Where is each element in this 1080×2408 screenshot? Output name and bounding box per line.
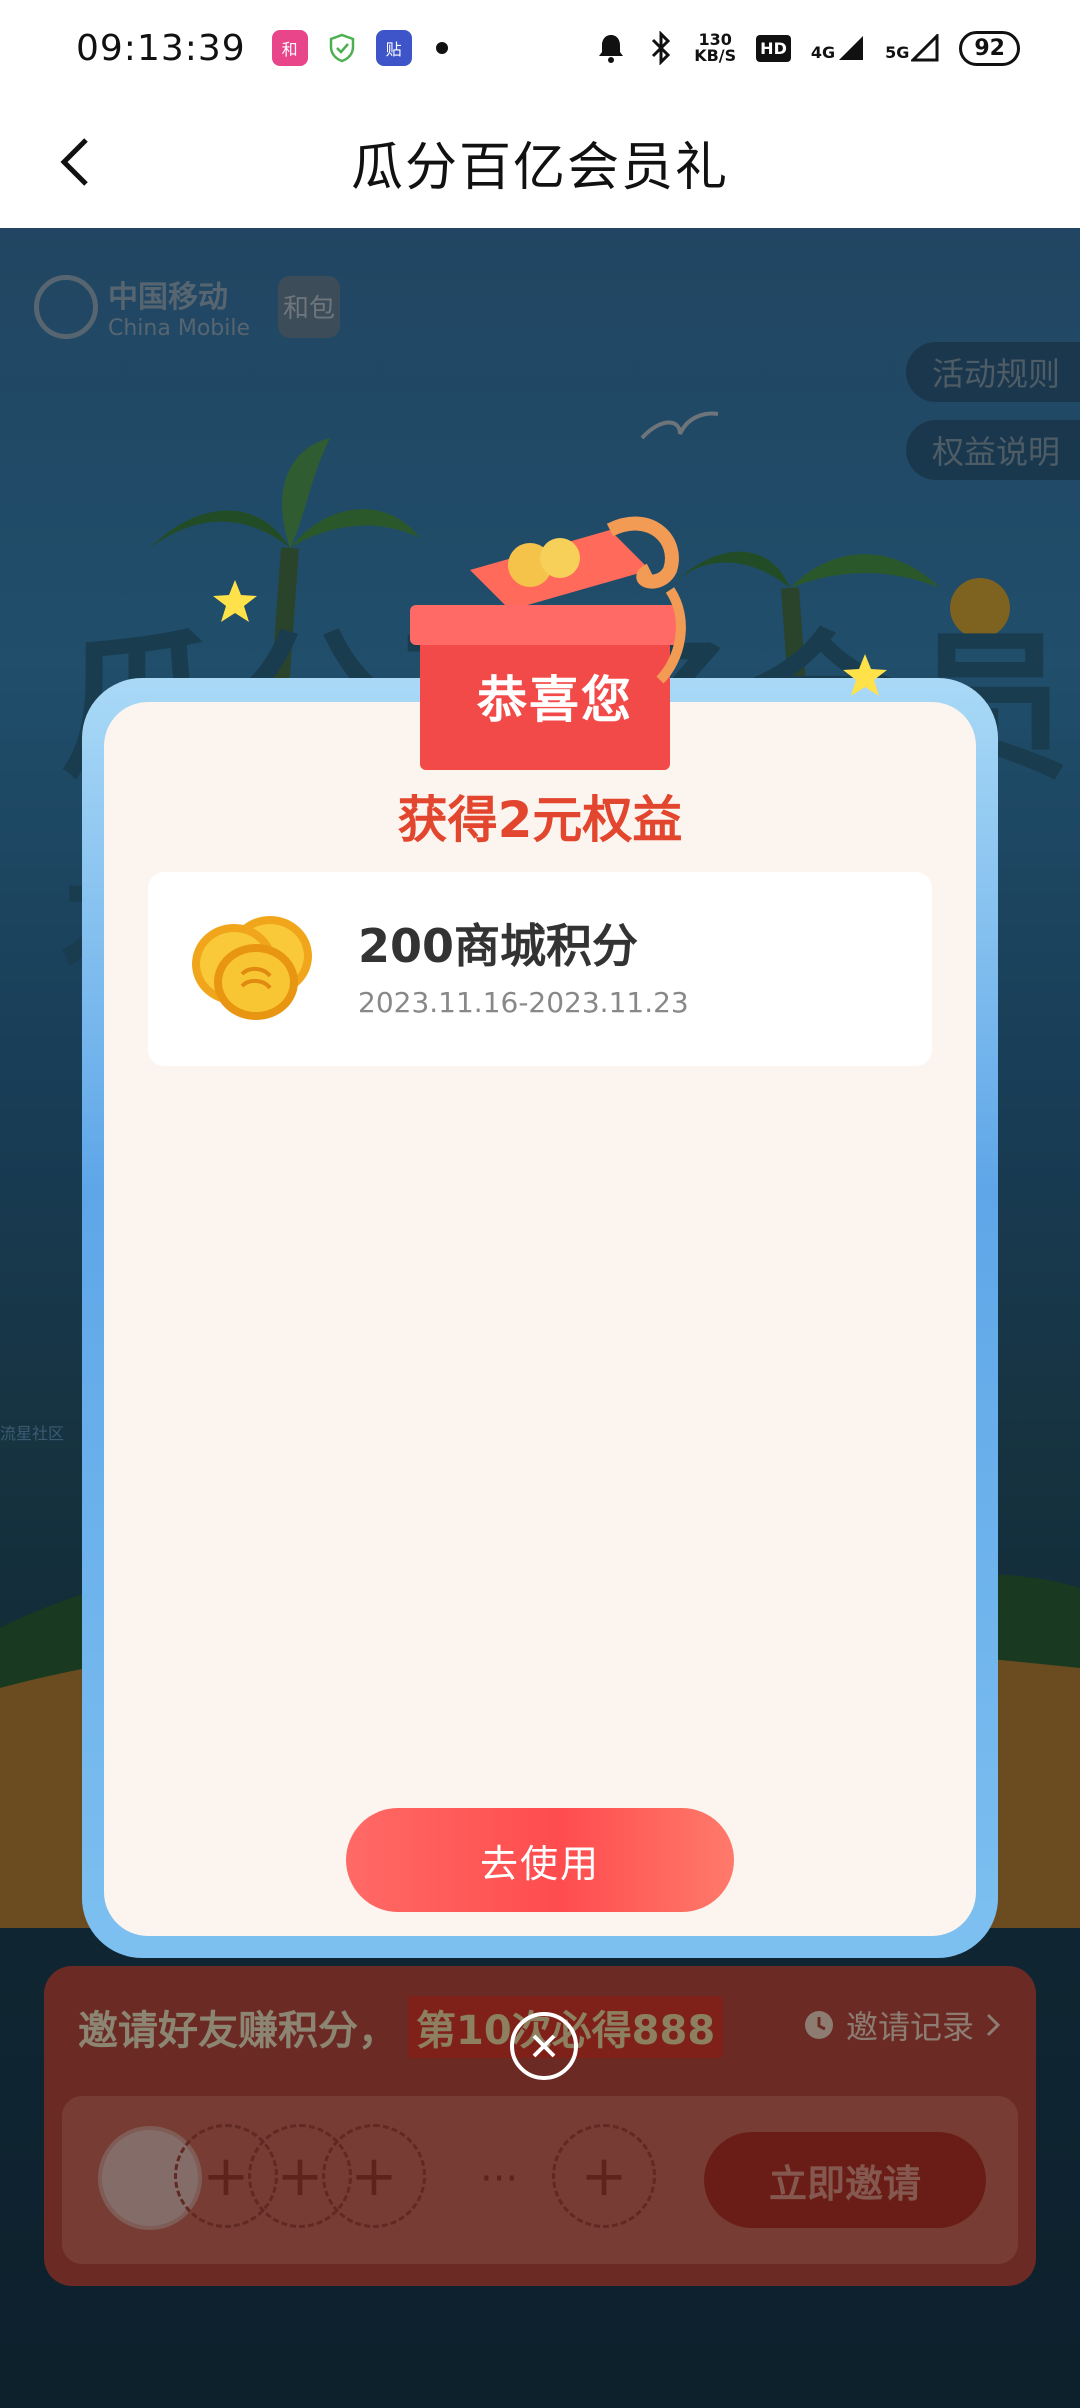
notification-app-icons: 和 贴 xyxy=(271,30,412,66)
system-indicators: 130 KB/S HD 4G 5G 92 xyxy=(594,30,1020,66)
status-bar: 09:13:39 和 贴 130 KB/S HD 4G 5G 92 xyxy=(0,0,1080,96)
reward-name: 200商城积分 xyxy=(358,919,639,973)
signal-5g-icon: 5G xyxy=(885,34,939,62)
notification-dot-icon xyxy=(435,42,448,54)
reward-item-card: 200商城积分 2023.11.16-2023.11.23 xyxy=(148,872,932,1066)
battery-indicator: 92 xyxy=(959,30,1020,66)
status-time: 09:13:39 xyxy=(76,27,246,69)
network-speed: 130 KB/S xyxy=(694,30,737,65)
bluetooth-icon xyxy=(652,31,671,65)
title-bar: 瓜分百亿会员礼 xyxy=(0,96,1080,228)
hebao-app-icon: 和 xyxy=(271,30,308,66)
page-title: 瓜分百亿会员礼 xyxy=(350,137,729,198)
use-now-button[interactable]: 去使用 xyxy=(346,1808,734,1912)
reward-modal xyxy=(82,678,998,1958)
back-button[interactable] xyxy=(40,126,112,198)
coins-icon xyxy=(190,912,320,1022)
reward-validity: 2023.11.16-2023.11.23 xyxy=(358,986,689,1019)
reward-headline: 获得2元权益 xyxy=(397,791,683,849)
shield-check-icon xyxy=(323,30,360,66)
gift-box-illustration: 恭喜您 xyxy=(410,510,700,770)
star-icon xyxy=(843,654,887,696)
close-icon xyxy=(532,2034,556,2058)
congrats-label: 恭喜您 xyxy=(477,671,633,729)
bell-icon xyxy=(599,35,624,63)
close-modal-button[interactable] xyxy=(510,2012,578,2080)
tie-app-icon: 贴 xyxy=(375,30,412,66)
chevron-left-icon xyxy=(60,138,88,186)
signal-4g-icon: 4G xyxy=(811,34,865,62)
hd-icon: HD xyxy=(756,34,791,62)
star-icon xyxy=(213,580,257,622)
